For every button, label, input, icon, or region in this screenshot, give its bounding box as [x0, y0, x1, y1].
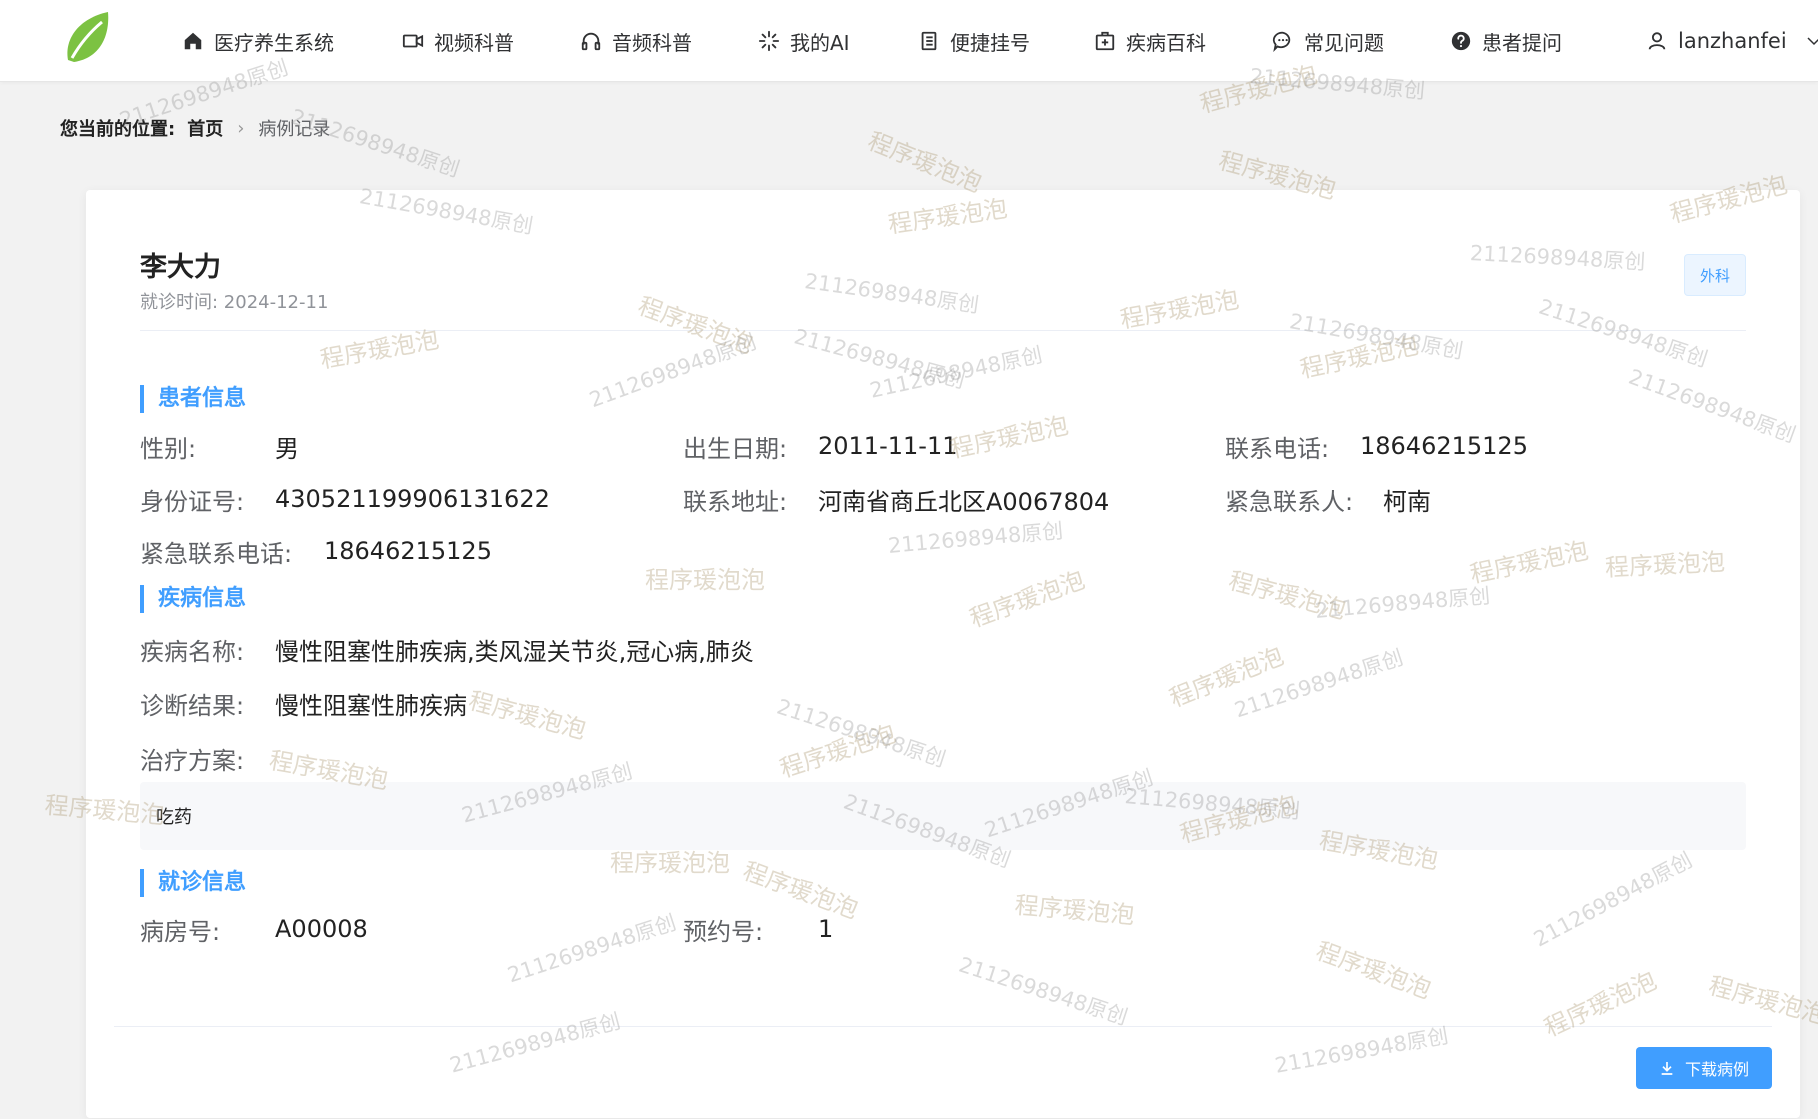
- video-icon: [402, 34, 424, 48]
- breadcrumb-home-link[interactable]: 首页: [187, 115, 223, 141]
- breadcrumb-current: 病例记录: [258, 119, 331, 140]
- field-value: 河南省商丘北区A0067804: [818, 487, 1110, 516]
- field-phone: 联系电话: 18646215125: [1225, 430, 1528, 463]
- field-emergency-phone: 紧急联系电话: 18646215125: [140, 535, 492, 568]
- sparkle-icon: [758, 30, 780, 52]
- field-label: 出生日期:: [683, 434, 788, 463]
- field-ward-number: 病房号: A00008: [140, 913, 368, 946]
- nav-label: 医疗养生系统: [214, 30, 334, 55]
- field-label: 诊断结果:: [140, 691, 245, 720]
- field-id-number: 身份证号: 430521199906131622: [140, 483, 550, 516]
- chat-icon: [1272, 31, 1291, 52]
- nav-label: 视频科普: [434, 30, 514, 55]
- nav-item-my-ai[interactable]: 我的AI: [758, 24, 850, 58]
- nav-item-video[interactable]: 视频科普: [402, 24, 514, 58]
- nav-label: 便捷挂号: [950, 30, 1030, 55]
- field-label: 疾病名称:: [140, 637, 245, 666]
- user-icon: [1648, 32, 1666, 50]
- top-navbar: 医疗养生系统 视频科普 音频科普 我的AI 便捷挂号 疾病百科 常见问题 患者提…: [0, 0, 1818, 82]
- field-label: 联系地址:: [683, 487, 788, 516]
- nav-item-disease-wiki[interactable]: 疾病百科: [1094, 24, 1206, 58]
- leaf-logo-icon[interactable]: [60, 8, 114, 68]
- watermark-number: 2112698948原创: [287, 104, 463, 182]
- field-value: 430521199906131622: [275, 485, 550, 513]
- download-record-button[interactable]: 下载病例: [1636, 1047, 1772, 1089]
- field-value: A00008: [275, 915, 368, 943]
- field-label: 治疗方案:: [140, 746, 245, 775]
- username: lanzhanfei: [1678, 29, 1787, 53]
- section-title-patient-info: 患者信息: [140, 385, 246, 413]
- field-birth-date: 出生日期: 2011-11-11: [683, 430, 958, 463]
- field-value: 慢性阻塞性肺疾病,类风湿关节炎,冠心病,肺炎: [275, 637, 754, 666]
- field-diagnosis: 诊断结果: 慢性阻塞性肺疾病: [140, 687, 467, 720]
- field-value: 1: [818, 915, 834, 943]
- field-label: 预约号:: [683, 917, 764, 946]
- medical-record-card: 李大力 就诊时间: 2024-12-11 外科 患者信息 性别: 男 出生日期:…: [86, 190, 1800, 1118]
- nav-item-patient-questions[interactable]: 患者提问: [1450, 24, 1562, 58]
- breadcrumb-separator-icon: ›: [237, 117, 245, 139]
- department-tag: 外科: [1684, 254, 1746, 296]
- field-address: 联系地址: 河南省商丘北区A0067804: [683, 483, 1110, 516]
- watermark-text: 程序瑗泡泡: [863, 126, 986, 198]
- field-value: 慢性阻塞性肺疾病: [275, 691, 467, 720]
- patient-name: 李大力: [140, 252, 221, 283]
- breadcrumb-prefix: 您当前的位置:: [60, 119, 176, 140]
- question-icon: [1451, 31, 1471, 51]
- nav-label: 常见问题: [1304, 30, 1384, 55]
- field-treatment-plan-label: 治疗方案:: [140, 742, 245, 775]
- treatment-plan-box: 吃药: [140, 782, 1746, 850]
- breadcrumb: 您当前的位置: 首页 › 病例记录: [60, 115, 330, 141]
- field-value: 2011-11-11: [818, 432, 958, 460]
- nav-item-registration[interactable]: 便捷挂号: [918, 24, 1030, 58]
- field-label: 病房号:: [140, 917, 221, 946]
- field-appointment-number: 预约号: 1: [683, 913, 834, 946]
- field-label: 性别:: [140, 434, 197, 463]
- field-label: 身份证号:: [140, 487, 245, 516]
- field-emergency-contact: 紧急联系人: 柯南: [1225, 483, 1431, 516]
- field-label: 紧急联系人:: [1225, 487, 1354, 516]
- field-value: 柯南: [1383, 487, 1431, 516]
- user-menu[interactable]: lanzhanfei: [1646, 24, 1818, 58]
- section-title-disease-info: 疾病信息: [140, 585, 246, 613]
- field-label: 紧急联系电话:: [140, 539, 293, 568]
- divider: [140, 330, 1746, 331]
- visit-time: 就诊时间: 2024-12-11: [140, 292, 329, 313]
- medical-box-icon: [1095, 31, 1115, 51]
- nav-label: 疾病百科: [1126, 30, 1206, 55]
- field-disease-name: 疾病名称: 慢性阻塞性肺疾病,类风湿关节炎,冠心病,肺炎: [140, 633, 754, 666]
- nav-label: 我的AI: [790, 30, 850, 55]
- home-icon: [184, 32, 202, 50]
- nav-item-faq[interactable]: 常见问题: [1272, 24, 1384, 58]
- field-value: 18646215125: [1360, 432, 1528, 460]
- notebook-icon: [921, 31, 937, 51]
- headphones-icon: [581, 32, 601, 51]
- nav-item-audio[interactable]: 音频科普: [580, 24, 692, 58]
- download-icon: [1661, 1062, 1673, 1075]
- nav-label: 患者提问: [1482, 30, 1562, 55]
- section-title-visit-info: 就诊信息: [140, 869, 246, 897]
- download-label: 下载病例: [1684, 1060, 1749, 1079]
- nav-label: 音频科普: [612, 30, 692, 55]
- chevron-down-icon: [1807, 37, 1818, 46]
- nav-item-home[interactable]: 医疗养生系统: [182, 24, 334, 58]
- divider: [114, 1026, 1772, 1027]
- field-value: 18646215125: [324, 537, 492, 565]
- field-gender: 性别: 男: [140, 430, 299, 463]
- field-value: 男: [275, 434, 299, 463]
- field-label: 联系电话:: [1225, 434, 1330, 463]
